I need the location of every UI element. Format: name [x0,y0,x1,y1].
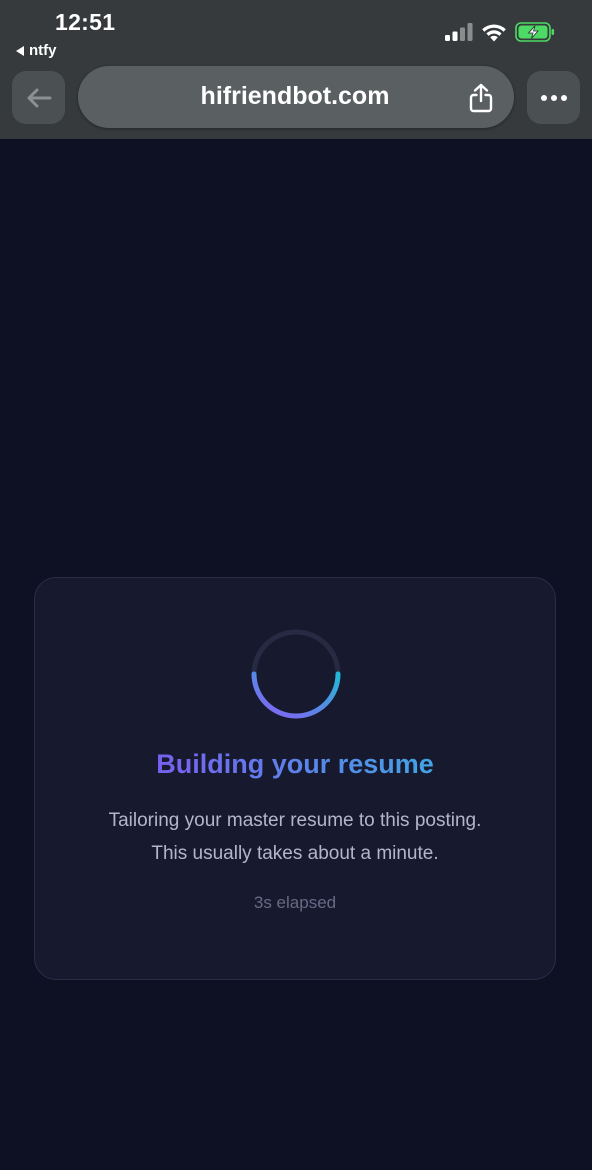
address-bar[interactable]: hifriendbot.com [78,66,514,128]
arrow-left-icon [27,88,51,107]
card-subtitle: Tailoring your master resume to this pos… [35,804,555,870]
back-triangle-icon [16,45,24,56]
back-app-label: ntfy [29,42,57,59]
battery-charging-icon [515,22,555,42]
url-text: hifriendbot.com [200,82,390,110]
subtitle-line-2: This usually takes about a minute. [151,843,439,864]
subtitle-line-1: Tailoring your master resume to this pos… [108,810,482,831]
share-icon[interactable] [466,82,496,114]
status-time: 12:51 [55,9,116,35]
browser-more-button[interactable] [527,71,580,124]
card-title: Building your resume [35,749,555,780]
browser-chrome: 12:51 ntfy hifriendbot.com [0,0,592,139]
ellipsis-icon [540,94,567,101]
wifi-icon [482,23,506,41]
browser-back-button[interactable] [12,71,65,124]
elapsed-time: 3s elapsed [253,893,337,912]
loading-spinner-icon [251,629,341,719]
loading-card: Building your resume Tailoring your mast… [34,577,556,980]
status-icons [445,22,555,42]
cellular-signal-icon [445,23,473,41]
back-to-app-link[interactable]: ntfy [16,42,57,59]
